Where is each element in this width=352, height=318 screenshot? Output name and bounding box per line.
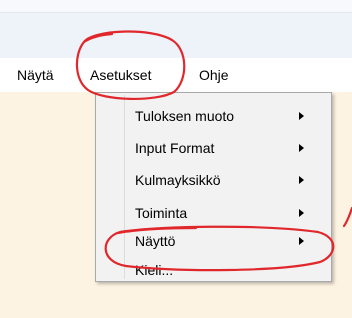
menu-help[interactable]: Ohje [199, 58, 229, 92]
chevron-right-icon [299, 144, 304, 152]
chevron-right-icon [299, 112, 304, 120]
window-titlebar [0, 0, 352, 58]
menu-item-label: Kieli... [135, 262, 174, 278]
menu-item-display[interactable]: Näyttö [96, 227, 331, 255]
menu-item-language[interactable]: Kieli... [96, 256, 331, 284]
menu-item-result-format[interactable]: Tuloksen muoto [96, 102, 331, 130]
menu-item-label: Input Format [135, 140, 215, 156]
menu-view[interactable]: Näytä [17, 58, 54, 92]
menu-settings[interactable]: Asetukset [90, 58, 151, 92]
menu-item-label: Tuloksen muoto [135, 108, 235, 124]
settings-dropdown-menu: Tuloksen muoto Input Format Kulmayksikkö… [95, 92, 332, 282]
menu-item-label: Toiminta [135, 205, 188, 221]
menu-item-label: Kulmayksikkö [135, 172, 221, 188]
chevron-right-icon [299, 209, 304, 217]
menu-item-angle-unit[interactable]: Kulmayksikkö [96, 166, 331, 194]
annotation-edge-stroke [342, 206, 352, 228]
chevron-right-icon [299, 176, 304, 184]
menu-item-behavior[interactable]: Toiminta [96, 199, 331, 227]
menu-item-input-format[interactable]: Input Format [96, 134, 331, 162]
menu-item-label: Näyttö [135, 233, 176, 249]
chevron-right-icon [299, 237, 304, 245]
menu-bar: Näytä Asetukset Ohje [0, 58, 352, 92]
titlebar-edge [0, 0, 352, 13]
